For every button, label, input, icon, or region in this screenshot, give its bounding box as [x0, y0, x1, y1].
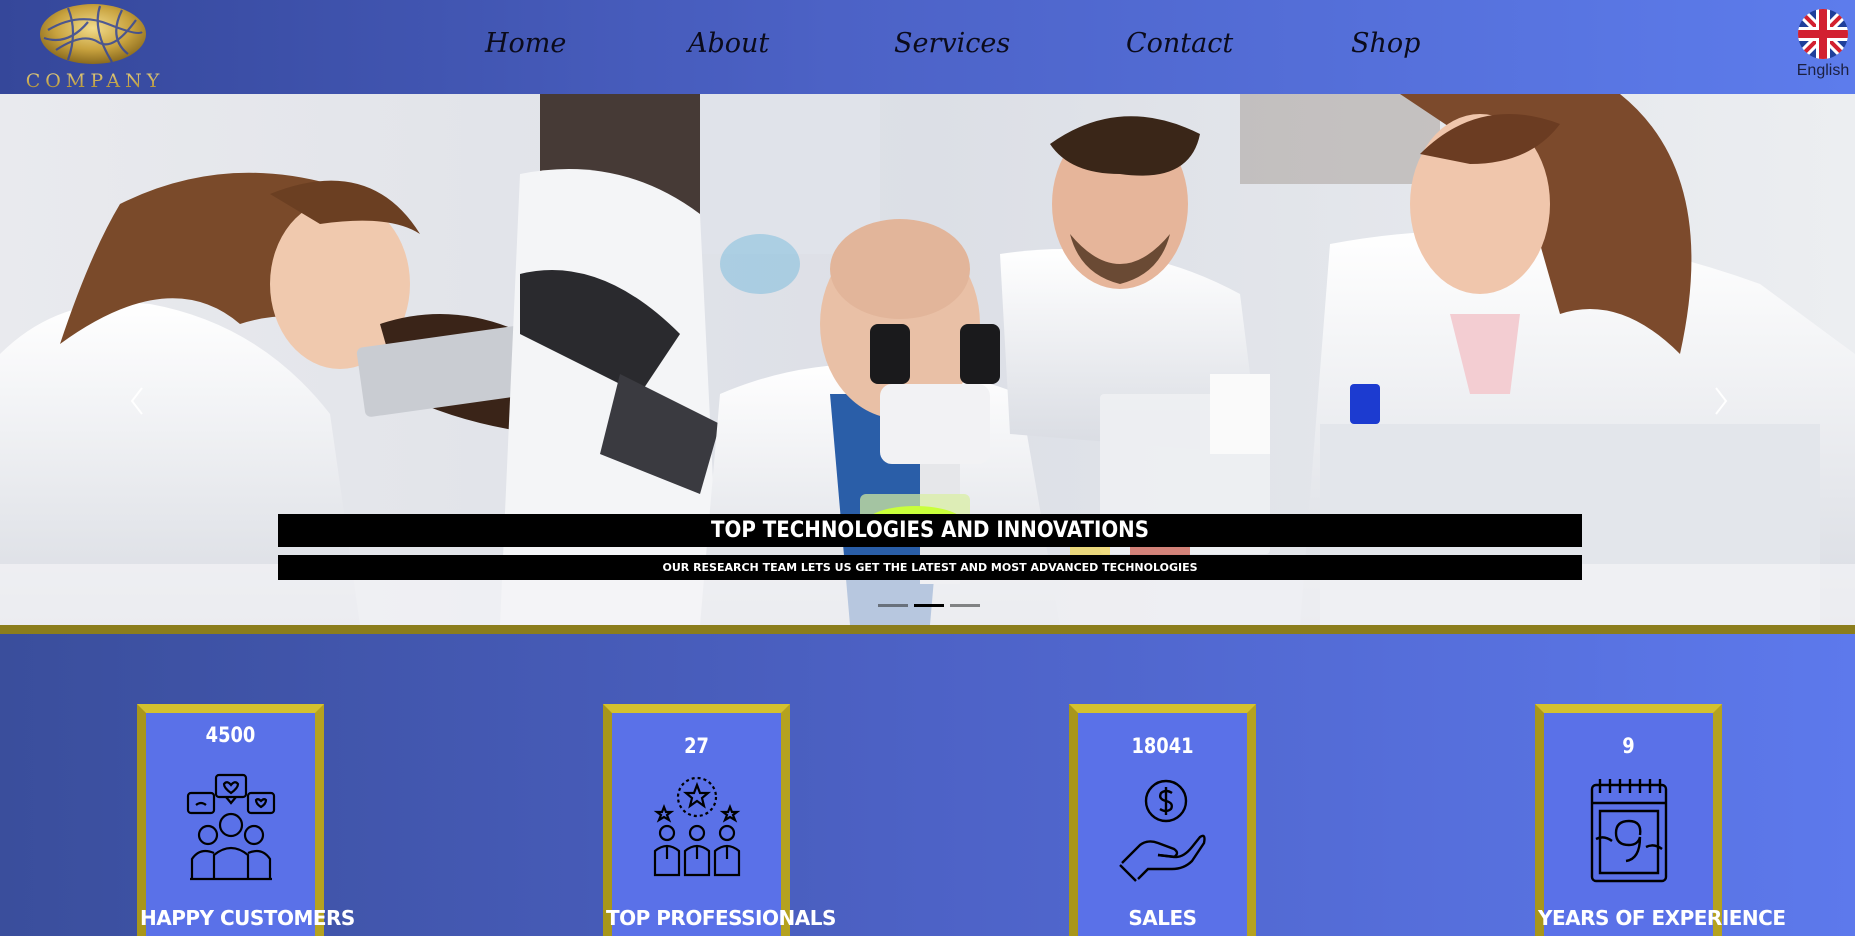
hero-title-box: TOP TECHNOLOGIES AND INNOVATIONS [278, 514, 1582, 547]
stat-card-top-professionals: 27 TOP PROFESSIONALS [603, 704, 836, 936]
language-selector[interactable]: English [1795, 8, 1851, 84]
calendar-icon [1590, 779, 1667, 883]
stat-number: 9 [1622, 734, 1635, 758]
logo-text: COMPANY [2, 70, 188, 92]
gold-divider [0, 625, 1855, 634]
nav-contact[interactable]: Contact [1126, 28, 1233, 68]
stat-number: 27 [684, 734, 709, 758]
nav-home[interactable]: Home [485, 28, 566, 68]
stat-card-years-experience: 9 YEARS OF EXPERIENCE [1535, 704, 1786, 936]
stat-number: 18041 [1131, 734, 1194, 758]
stat-card-happy-customers: 4500 HAPPY CUSTOMERS [137, 704, 355, 936]
site-header: COMPANY Home About Services Contact Shop… [0, 0, 1855, 94]
sales-icon [1118, 779, 1206, 882]
stat-number: 4500 [205, 723, 256, 747]
company-logo[interactable]: COMPANY [0, 0, 190, 94]
carousel-indicator-2[interactable] [914, 604, 944, 607]
stat-label: HAPPY CUSTOMERS [140, 906, 355, 930]
carousel-indicator-1[interactable] [878, 604, 908, 607]
nav-services[interactable]: Services [894, 28, 1010, 68]
hero-carousel: TOP TECHNOLOGIES AND INNOVATIONS OUR RES… [0, 94, 1855, 625]
language-label: English [1796, 62, 1850, 79]
logo-emblem-icon [40, 4, 146, 64]
uk-flag-icon [1798, 9, 1848, 59]
hero-subtitle-box: OUR RESEARCH TEAM LETS US GET THE LATEST… [278, 555, 1582, 580]
hero-subtitle: OUR RESEARCH TEAM LETS US GET THE LATEST… [662, 561, 1198, 574]
stat-label: TOP PROFESSIONALS [606, 906, 836, 930]
stat-label: SALES [1128, 906, 1197, 930]
nav-shop[interactable]: Shop [1351, 28, 1420, 68]
hero-title: TOP TECHNOLOGIES AND INNOVATIONS [711, 518, 1149, 543]
top-professionals-icon [653, 776, 740, 877]
stat-card-sales: 18041 SALES [1069, 704, 1256, 936]
carousel-indicator-3[interactable] [950, 604, 980, 607]
nav-about[interactable]: About [688, 28, 769, 68]
carousel-prev-icon[interactable] [118, 376, 158, 426]
stat-label: YEARS OF EXPERIENCE [1538, 906, 1786, 930]
happy-customers-icon [186, 773, 275, 881]
carousel-next-icon[interactable] [1700, 376, 1740, 426]
